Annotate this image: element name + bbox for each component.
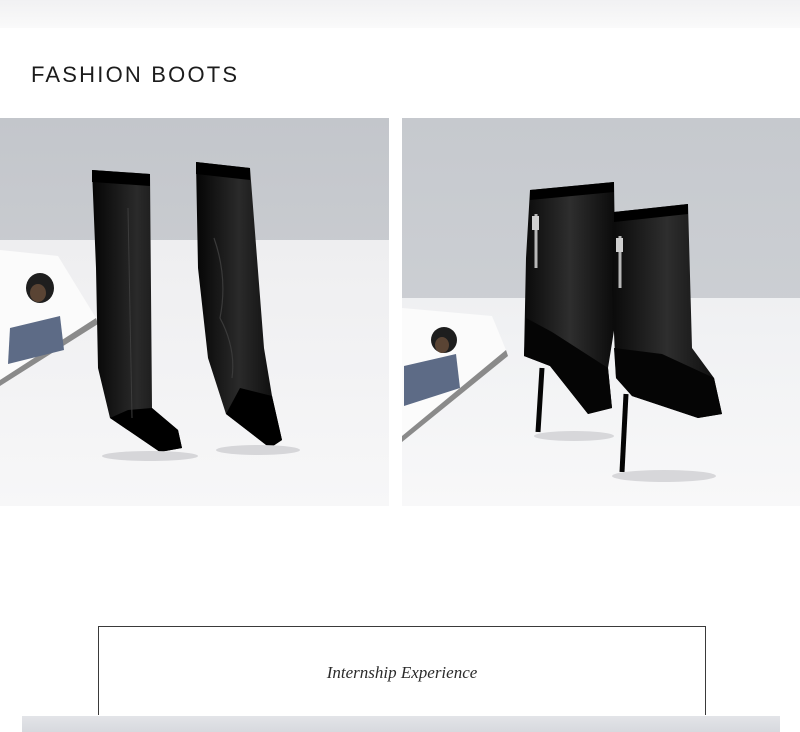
panel-heading: Internship Experience bbox=[326, 663, 478, 682]
top-divider-strip bbox=[0, 0, 800, 28]
bottom-divider-strip bbox=[22, 716, 780, 732]
section-title: FASHION BOOTS bbox=[31, 62, 240, 87]
experience-panel: Internship Experience bbox=[98, 626, 706, 715]
product-photo-back bbox=[402, 118, 800, 506]
product-photo-front bbox=[0, 118, 389, 506]
